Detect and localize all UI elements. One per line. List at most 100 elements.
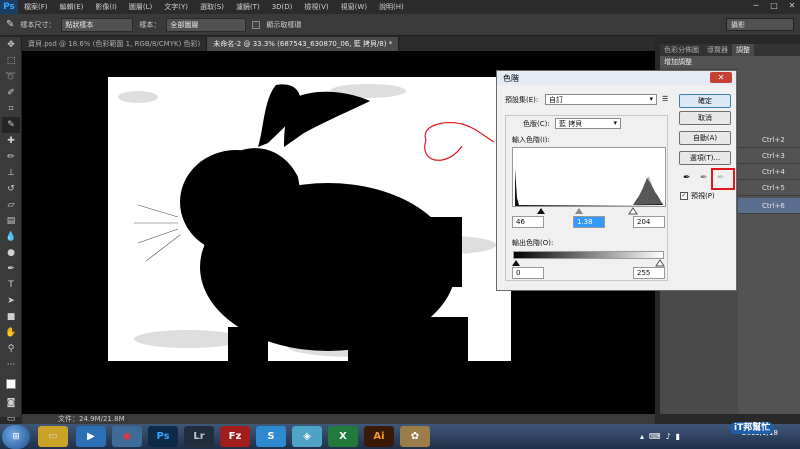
tab-document-2[interactable]: 未命名-2 @ 33.3% (687543_630870_06, 藍 拷貝/8)…: [207, 37, 400, 51]
output-white-field[interactable]: 255: [633, 267, 665, 279]
color-swatches-icon[interactable]: [2, 373, 20, 395]
menu-filter[interactable]: 濾鏡(T): [230, 2, 266, 12]
dialog-close-button[interactable]: ✕: [710, 72, 732, 83]
preset-value: 自訂: [549, 96, 563, 104]
preview-label: 預視(P): [691, 192, 715, 200]
output-sliders[interactable]: [512, 259, 666, 267]
marquee-tool-icon[interactable]: ⬚: [2, 53, 20, 69]
eyedropper-tool-icon[interactable]: ✎: [6, 19, 14, 30]
output-black-field[interactable]: 0: [512, 267, 544, 279]
photoshop-taskbar-icon[interactable]: Ps: [148, 426, 178, 447]
input-white-field[interactable]: 204: [633, 216, 665, 228]
path-select-tool-icon[interactable]: ➤: [2, 293, 20, 309]
histogram: [512, 147, 666, 207]
filezilla-icon[interactable]: Fz: [220, 426, 250, 447]
channel-row-rgb[interactable]: Ctrl+2: [738, 132, 800, 148]
workspace-select[interactable]: 攝影: [726, 18, 794, 31]
menu-3d[interactable]: 3D(D): [266, 3, 299, 11]
history-brush-icon[interactable]: ↺: [2, 181, 20, 197]
tab-navigator[interactable]: 導覽器: [703, 44, 732, 56]
volume-icon[interactable]: ♪: [666, 432, 671, 441]
input-sliders[interactable]: [512, 207, 666, 215]
stamp-tool-icon[interactable]: ⊥: [2, 165, 20, 181]
channel-label: 色版(C):: [523, 120, 550, 128]
quick-mask-icon[interactable]: ◙: [2, 395, 20, 411]
show-ring-checkbox[interactable]: [252, 20, 261, 29]
doc-size-info: 文件：24.9M/21.8M: [58, 415, 125, 423]
histogram-graph: [515, 168, 663, 206]
input-gamma-field[interactable]: 1.38: [573, 216, 605, 228]
maximize-button[interactable]: □: [768, 1, 780, 11]
menu-edit[interactable]: 編輯(E): [54, 2, 90, 12]
illustrator-taskbar-icon[interactable]: Ai: [364, 426, 394, 447]
shortcut-label: Ctrl+5: [762, 183, 785, 192]
lightroom-taskbar-icon[interactable]: Lr: [184, 426, 214, 447]
channel-row-red[interactable]: Ctrl+3: [738, 148, 800, 164]
channel-select[interactable]: 藍 拷貝 ▾: [555, 118, 621, 129]
auto-button[interactable]: 自動(A): [679, 131, 731, 145]
channel-row-green[interactable]: Ctrl+4: [738, 164, 800, 180]
excel-icon[interactable]: X: [328, 426, 358, 447]
channel-row-blue[interactable]: Ctrl+5: [738, 180, 800, 196]
options-bar: ✎ 樣本尺寸： 點狀樣本 樣本： 全部圖層 顯示取樣環: [0, 14, 800, 36]
preset-menu-icon[interactable]: ☰: [662, 95, 668, 103]
menu-file[interactable]: 檔案(F): [18, 2, 54, 12]
menu-image[interactable]: 影像(I): [89, 2, 123, 12]
tab-adjustments[interactable]: 調整: [732, 44, 754, 56]
channel-row-blue-copy[interactable]: Ctrl+6: [738, 198, 800, 214]
options-button[interactable]: 選項(T)...: [679, 151, 731, 165]
white-eyedropper-highlight: [711, 168, 735, 190]
tools-panel: ✥ ⬚ ➰ ✐ ⌗ ✎ ✚ ✏ ⊥ ↺ ▱ ▤ 💧 ● ✒ T ➤ ■ ✋ ⚲ …: [0, 37, 22, 424]
start-button[interactable]: ⊞: [2, 425, 30, 449]
folder-icon[interactable]: ▭: [38, 426, 68, 447]
menu-layer[interactable]: 圖層(L): [123, 2, 158, 12]
menu-help[interactable]: 說明(H): [373, 2, 410, 12]
black-eyedropper-icon[interactable]: ✒: [683, 173, 691, 183]
keyboard-icon[interactable]: ⌨: [649, 432, 661, 441]
paint-icon[interactable]: ✿: [400, 426, 430, 447]
tab-histogram[interactable]: 色彩分佈圖: [660, 44, 703, 56]
app-icon[interactable]: ◈: [292, 426, 322, 447]
dodge-tool-icon[interactable]: ●: [2, 245, 20, 261]
output-gradient: [513, 251, 664, 259]
brush-tool-icon[interactable]: ✏: [2, 149, 20, 165]
zoom-tool-icon[interactable]: ⚲: [2, 341, 20, 357]
ok-button[interactable]: 確定: [679, 94, 731, 108]
sample-size-select[interactable]: 點狀樣本: [61, 17, 134, 32]
tray-arrow-icon[interactable]: ▴: [640, 432, 644, 441]
menu-window[interactable]: 視窗(W): [335, 2, 373, 12]
hand-tool-icon[interactable]: ✋: [2, 325, 20, 341]
pen-tool-icon[interactable]: ✒: [2, 261, 20, 277]
move-tool-icon[interactable]: ✥: [2, 37, 20, 53]
window-controls: ─ □ ✕: [750, 1, 798, 11]
tab-document-1[interactable]: 寶貝.psd @ 18.6% (色彩範圍 1, RGB/8/CMYK) 色彩): [22, 37, 208, 51]
menu-type[interactable]: 文字(Y): [158, 2, 194, 12]
gray-eyedropper-icon[interactable]: ✒: [700, 173, 708, 183]
eraser-tool-icon[interactable]: ▱: [2, 197, 20, 213]
quick-select-tool-icon[interactable]: ✐: [2, 85, 20, 101]
preview-checkbox[interactable]: ✓: [680, 192, 688, 200]
menu-view[interactable]: 檢視(V): [298, 2, 334, 12]
cancel-button[interactable]: 取消: [679, 111, 731, 125]
healing-tool-icon[interactable]: ✚: [2, 133, 20, 149]
dialog-title: 色階: [497, 71, 736, 85]
eyedropper-tool-icon[interactable]: ✎: [2, 117, 20, 133]
more-tools-icon[interactable]: ···: [2, 357, 20, 373]
preset-select[interactable]: 自訂 ▾: [545, 94, 657, 105]
gradient-tool-icon[interactable]: ▤: [2, 213, 20, 229]
minimize-button[interactable]: ─: [750, 1, 762, 11]
chrome-icon[interactable]: ◉: [112, 426, 142, 447]
shape-tool-icon[interactable]: ■: [2, 309, 20, 325]
crop-tool-icon[interactable]: ⌗: [2, 101, 20, 117]
input-black-field[interactable]: 46: [512, 216, 544, 228]
network-icon[interactable]: ▮: [676, 432, 680, 441]
lasso-tool-icon[interactable]: ➰: [2, 69, 20, 85]
chevron-down-icon: ▾: [649, 95, 653, 103]
close-window-button[interactable]: ✕: [786, 1, 798, 11]
sample-select[interactable]: 全部圖層: [166, 17, 247, 32]
media-player-icon[interactable]: ▶: [76, 426, 106, 447]
skype-icon[interactable]: S: [256, 426, 286, 447]
blur-tool-icon[interactable]: 💧: [2, 229, 20, 245]
menu-select[interactable]: 選取(S): [194, 2, 230, 12]
type-tool-icon[interactable]: T: [2, 277, 20, 293]
